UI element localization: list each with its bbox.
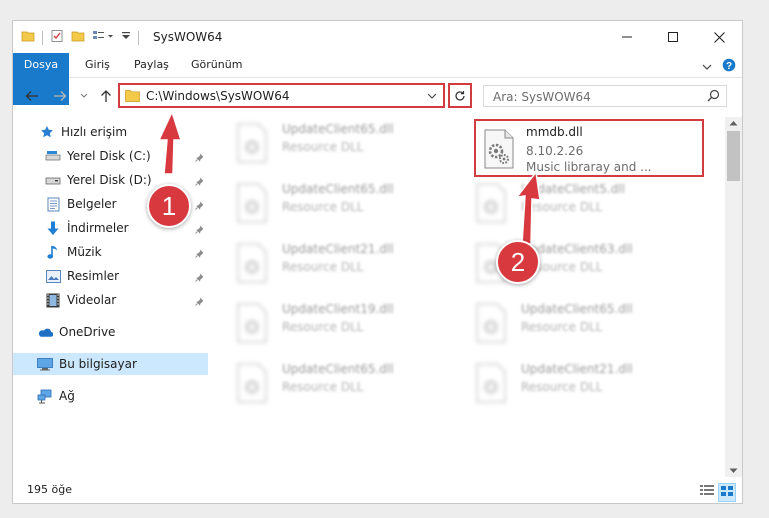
callout-arrows <box>157 109 541 245</box>
callout-step-2: 2 <box>496 240 540 284</box>
callout-step-1: 1 <box>147 184 191 228</box>
callout-arrow-1 <box>157 109 183 175</box>
callout-arrow-2 <box>515 170 541 245</box>
